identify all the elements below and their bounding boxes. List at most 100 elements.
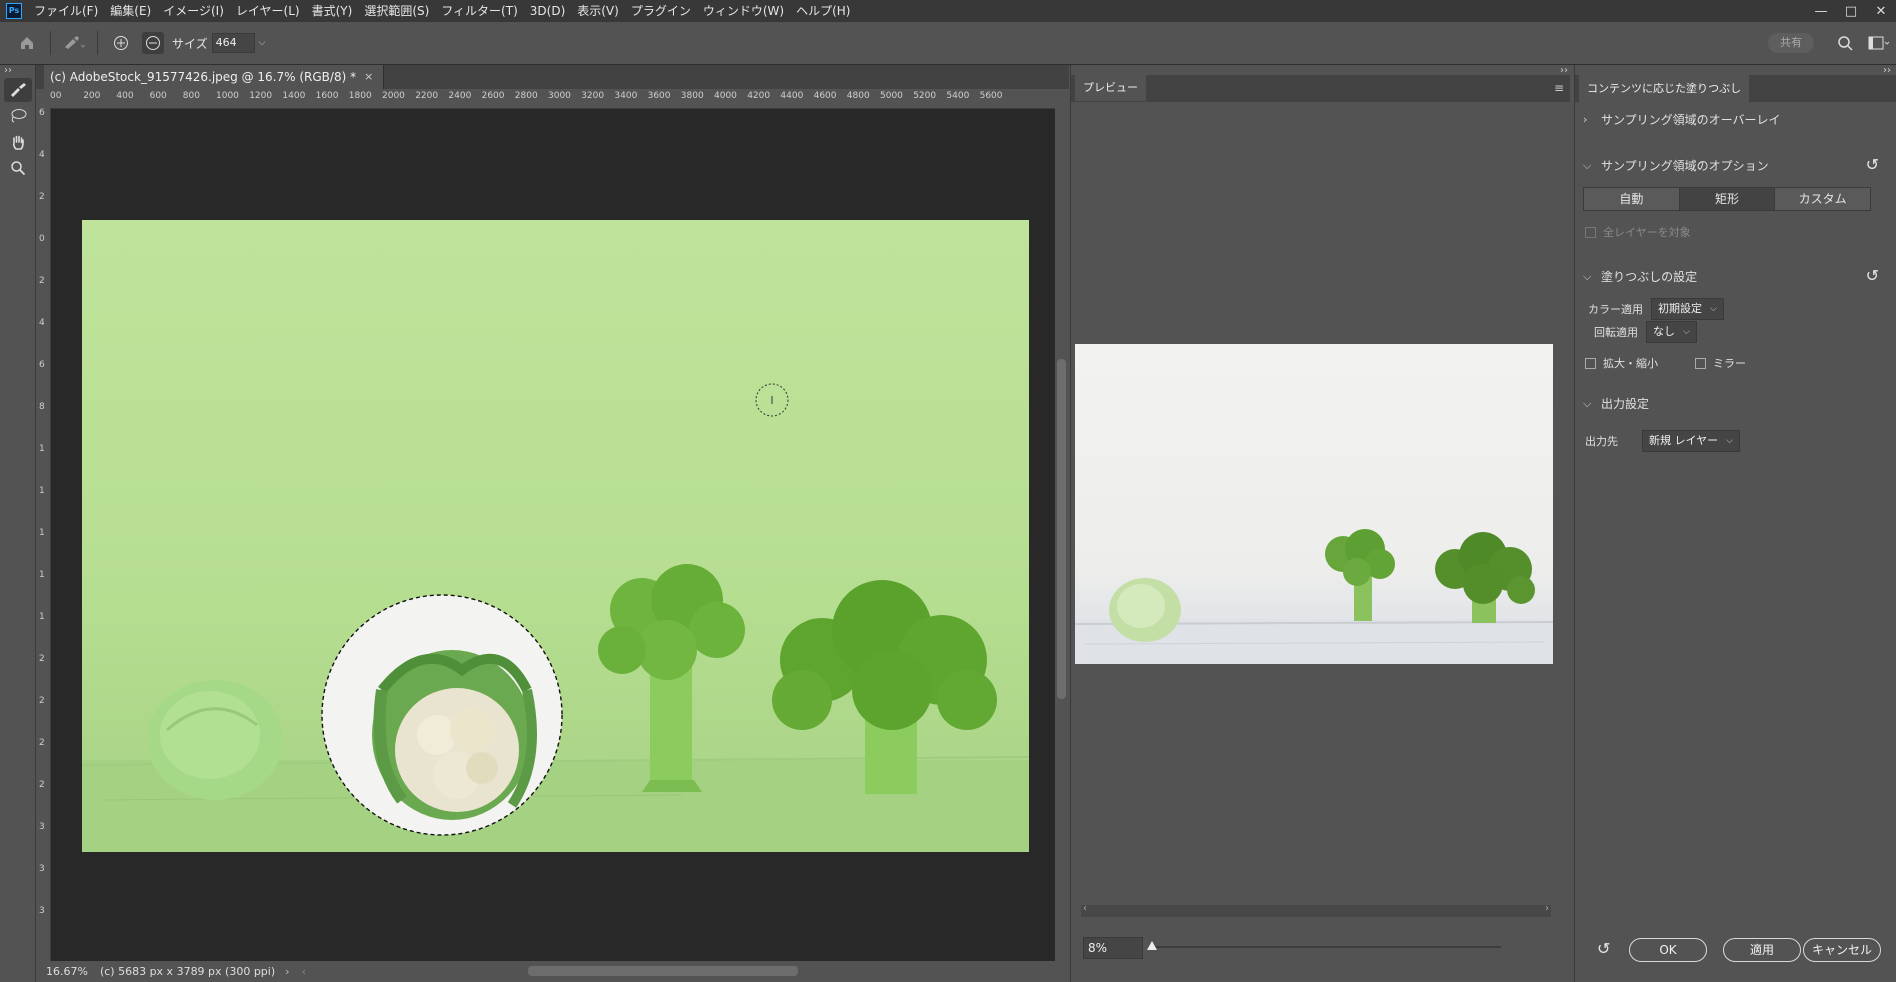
menu-file[interactable]: ファイル(F)	[28, 0, 104, 22]
sampling-overlay-section[interactable]: › サンプリング領域のオーバーレイ	[1583, 111, 1781, 128]
ruler-h-label: 600	[149, 91, 167, 101]
reset-all-icon[interactable]: ↺	[1597, 939, 1610, 958]
status-doc-info[interactable]: (c) 5683 px x 3789 px (300 ppi)	[100, 961, 275, 982]
ok-button[interactable]: OK	[1629, 938, 1707, 962]
menu-layer[interactable]: レイヤー(L)	[230, 0, 306, 22]
output-dropdown[interactable]: 新規 レイヤー ⌵	[1642, 430, 1740, 452]
sampling-options-label: サンプリング領域のオプション	[1601, 159, 1769, 173]
menu-image[interactable]: イメージ(I)	[157, 0, 230, 22]
document-tab-bar: (c) AdobeStock_91577426.jpeg @ 16.7% (RG…	[36, 65, 1069, 89]
sampling-mode-segmented-control: 自動 矩形 カスタム	[1583, 187, 1871, 211]
checkbox-box	[1585, 357, 1596, 369]
preview-panel: ›› プレビュー ≡ ‹ › 8%	[1070, 65, 1574, 982]
output-label: 出力先	[1585, 435, 1618, 448]
sampling-mode-rectangle[interactable]: 矩形	[1679, 188, 1776, 210]
ruler-h-label: 3600	[647, 91, 671, 101]
status-bar: 16.67% (c) 5683 px x 3789 px (300 ppi) ›…	[36, 961, 1069, 982]
ruler-v-label: 1	[39, 486, 45, 496]
menu-help[interactable]: ヘルプ(H)	[790, 0, 856, 22]
brush-tool-preset-icon[interactable]	[61, 30, 87, 56]
hand-tool-icon[interactable]	[4, 130, 32, 154]
menu-3d[interactable]: 3D(D)	[524, 0, 571, 22]
ruler-h-label: 3000	[548, 91, 571, 101]
close-tab-icon[interactable]: ×	[364, 65, 373, 89]
menu-filter[interactable]: フィルター(T)	[435, 0, 523, 22]
close-window-icon[interactable]: ✕	[1866, 4, 1896, 19]
workspace-icon[interactable]	[1866, 30, 1892, 56]
checkbox-box	[1585, 226, 1596, 238]
cancel-button[interactable]: キャンセル	[1803, 938, 1881, 962]
apply-button[interactable]: 適用	[1723, 938, 1801, 962]
fill-settings-section[interactable]: ⌵ 塗りつぶしの設定	[1583, 268, 1697, 285]
ruler-v-label: 2	[39, 654, 45, 664]
chevron-down-icon: ⌵	[1726, 436, 1733, 446]
ruler-v-label: 0	[39, 234, 45, 244]
preview-zoom-slider-track[interactable]	[1149, 946, 1501, 948]
preview-menu-icon[interactable]: ≡	[1554, 81, 1564, 95]
mirror-checkbox[interactable]: ミラー	[1695, 355, 1746, 371]
panel-collapse-icon[interactable]: ››	[0, 65, 35, 76]
reset-sampling-icon[interactable]: ↺	[1866, 155, 1879, 174]
minimize-icon[interactable]: —	[1806, 4, 1836, 19]
scroll-left-icon[interactable]: ‹	[302, 961, 306, 982]
scale-checkbox[interactable]: 拡大・縮小	[1585, 355, 1658, 371]
share-button[interactable]: 共有	[1768, 33, 1814, 53]
content-aware-fill-tab[interactable]: コンテンツに応じた塗りつぶし	[1579, 75, 1750, 102]
brush-tool-icon[interactable]	[3, 78, 32, 102]
output-settings-section[interactable]: ⌵ 出力設定	[1583, 395, 1649, 412]
menu-plugins[interactable]: プラグイン	[625, 0, 697, 22]
canvas-vertical-scroll-thumb[interactable]	[1057, 359, 1066, 699]
document-image[interactable]	[82, 220, 1029, 852]
ruler-h-label: 1800	[348, 91, 372, 101]
maximize-icon[interactable]: □	[1836, 4, 1866, 19]
chevron-down-icon: ⌵	[1583, 158, 1592, 172]
status-arrow-icon[interactable]: ›	[285, 961, 289, 982]
search-icon[interactable]	[1832, 30, 1858, 56]
preview-zoom-input[interactable]: 8%	[1083, 937, 1143, 959]
menu-view[interactable]: 表示(V)	[571, 0, 625, 22]
menu-type[interactable]: 書式(Y)	[306, 0, 359, 22]
zoom-tool-icon[interactable]	[4, 156, 32, 180]
ruler-v-label: 6	[39, 360, 45, 370]
sampling-options-section[interactable]: ⌵ サンプリング領域のオプション	[1583, 157, 1769, 174]
chevron-down-icon: ⌵	[1683, 327, 1690, 337]
sampling-mode-auto[interactable]: 自動	[1584, 188, 1680, 210]
menu-window[interactable]: ウィンドウ(W)	[697, 0, 790, 22]
subtract-from-selection-icon[interactable]	[142, 32, 164, 54]
status-zoom[interactable]: 16.67%	[46, 961, 88, 982]
lasso-tool-icon[interactable]	[4, 104, 32, 128]
preview-scroll-left-icon[interactable]: ‹	[1083, 903, 1087, 914]
preview-zoom-slider-thumb[interactable]	[1147, 941, 1157, 950]
home-icon[interactable]	[14, 30, 40, 56]
add-to-selection-icon[interactable]	[108, 30, 134, 56]
image-content	[82, 383, 1029, 836]
sampling-mode-custom[interactable]: カスタム	[1775, 188, 1871, 210]
size-label: サイズ	[172, 36, 208, 51]
size-dropdown-icon[interactable]: ⌵	[259, 38, 266, 48]
size-input[interactable]: 464	[211, 33, 255, 53]
ruler-v-label: 4	[39, 318, 45, 328]
canvas-horizontal-scroll-thumb[interactable]	[528, 966, 798, 976]
menu-select[interactable]: 選択範囲(S)	[358, 0, 435, 22]
content-aware-fill-panel: ›› コンテンツに応じた塗りつぶし › サンプリング領域のオーバーレイ ⌵ サン…	[1574, 65, 1896, 982]
ruler-v-label: 1	[39, 444, 45, 454]
preview-tab[interactable]: プレビュー	[1075, 75, 1146, 101]
chevron-right-icon: ›	[1583, 113, 1588, 126]
color-adapt-dropdown[interactable]: 初期設定 ⌵	[1651, 298, 1724, 320]
document-tab[interactable]: (c) AdobeStock_91577426.jpeg @ 16.7% (RG…	[44, 65, 385, 89]
ruler-h-label: 1000	[216, 91, 239, 101]
canvas-vertical-scrollbar[interactable]	[1055, 89, 1069, 961]
menu-edit[interactable]: 編集(E)	[104, 0, 157, 22]
ruler-h-label: 800	[182, 91, 200, 101]
ruler-v-label: 3	[39, 906, 45, 916]
rotation-dropdown[interactable]: なし ⌵	[1646, 321, 1697, 343]
canvas-area[interactable]	[51, 109, 1055, 961]
chevron-down-icon: ⌵	[1583, 269, 1592, 283]
ruler-h-label: 2400	[448, 91, 472, 101]
options-right-group: 共有	[1768, 22, 1896, 64]
all-layers-checkbox[interactable]: 全レイヤーを対象	[1585, 224, 1691, 240]
preview-scroll-right-icon[interactable]: ›	[1545, 903, 1549, 914]
preview-horizontal-scrollbar[interactable]: ‹ ›	[1081, 903, 1551, 917]
ruler-v-label: 8	[39, 402, 45, 412]
reset-fill-icon[interactable]: ↺	[1866, 266, 1879, 285]
